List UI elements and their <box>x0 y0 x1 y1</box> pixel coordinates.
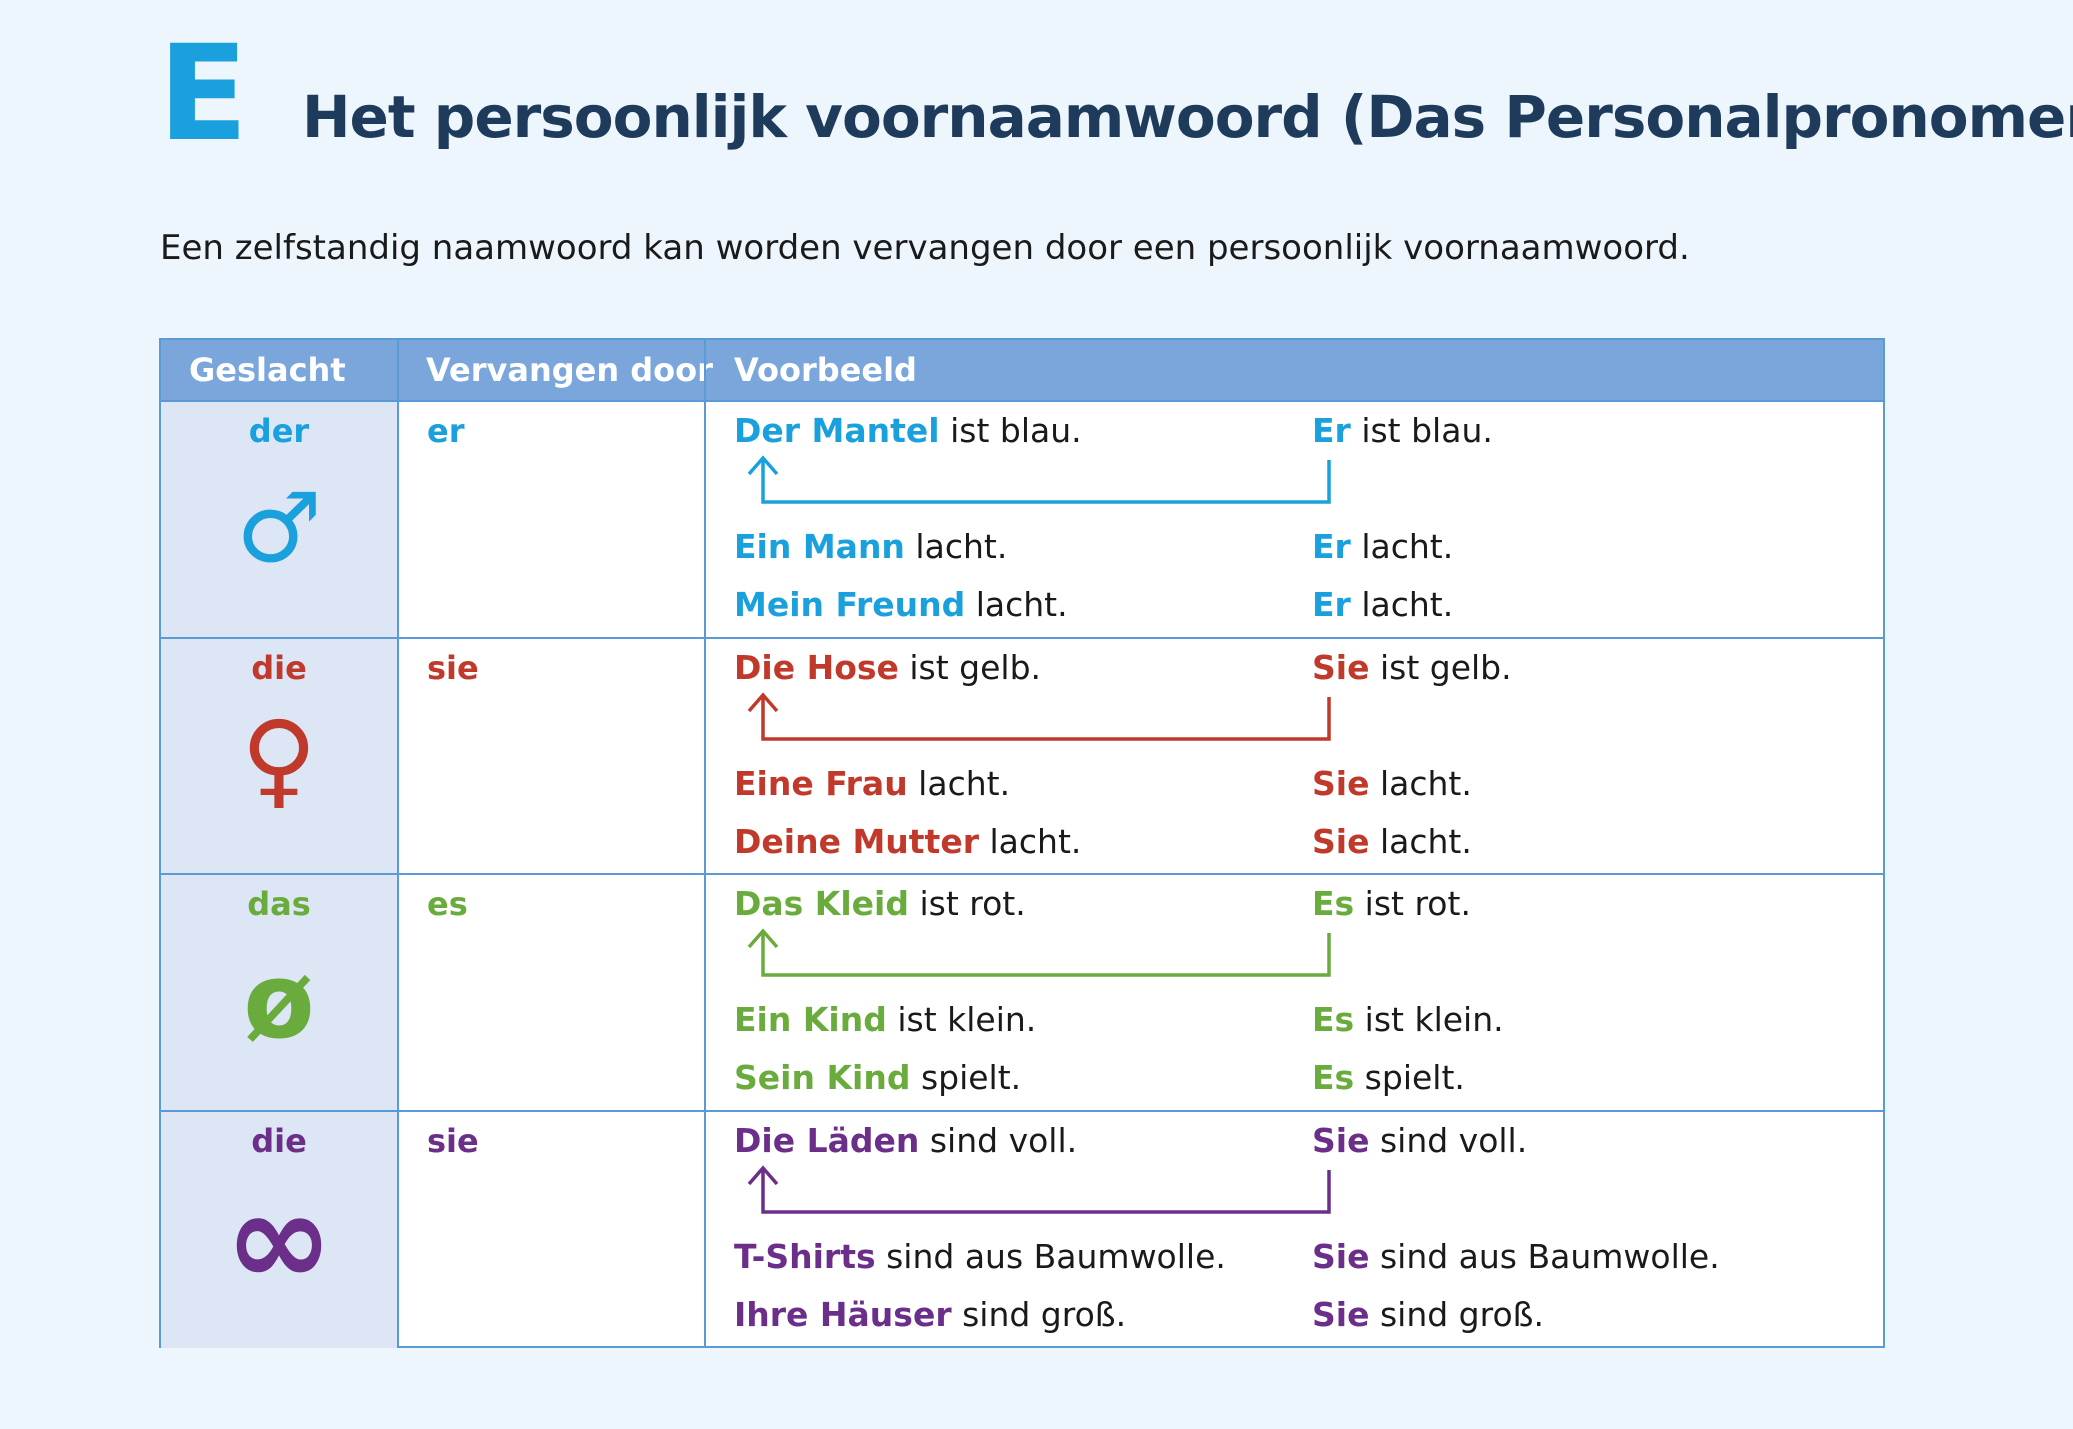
section-letter: E <box>158 17 249 171</box>
replacement-arrow-icon <box>747 455 1331 504</box>
table-row: die ∞ sie Die Läden sind voll. Sie sind voll… <box>161 1112 1883 1349</box>
table-row: die ♀ sie Die Hose ist gelb. Sie ist gelb. Ei… <box>161 639 1883 875</box>
page-title: Het persoonlijk voornaamwoord (Das Perso… <box>302 83 2073 151</box>
table-row: das ø es Das Kleid ist rot. Es ist rot. Ein K… <box>161 875 1883 1112</box>
table-row: der ♂ er Der Mantel ist blau. Er ist blau. Ei… <box>161 402 1883 639</box>
header-replaced-by: Vervangen door <box>426 351 713 389</box>
replacement-arrow-icon <box>747 691 1331 741</box>
pronoun-table: Geslacht Vervangen door Voorbeeld der ♂ er… <box>159 338 1885 1348</box>
header-example: Voorbeeld <box>734 351 917 389</box>
table-header: Geslacht Vervangen door Voorbeeld <box>161 340 1883 402</box>
replacement-arrow-icon <box>747 1164 1331 1214</box>
column-divider <box>704 340 706 1346</box>
column-divider <box>397 340 399 1346</box>
intro-text: Een zelfstandig naamwoord kan worden ver… <box>160 228 1690 268</box>
header-gender: Geslacht <box>189 351 346 389</box>
replacement-arrow-icon <box>747 928 1331 977</box>
